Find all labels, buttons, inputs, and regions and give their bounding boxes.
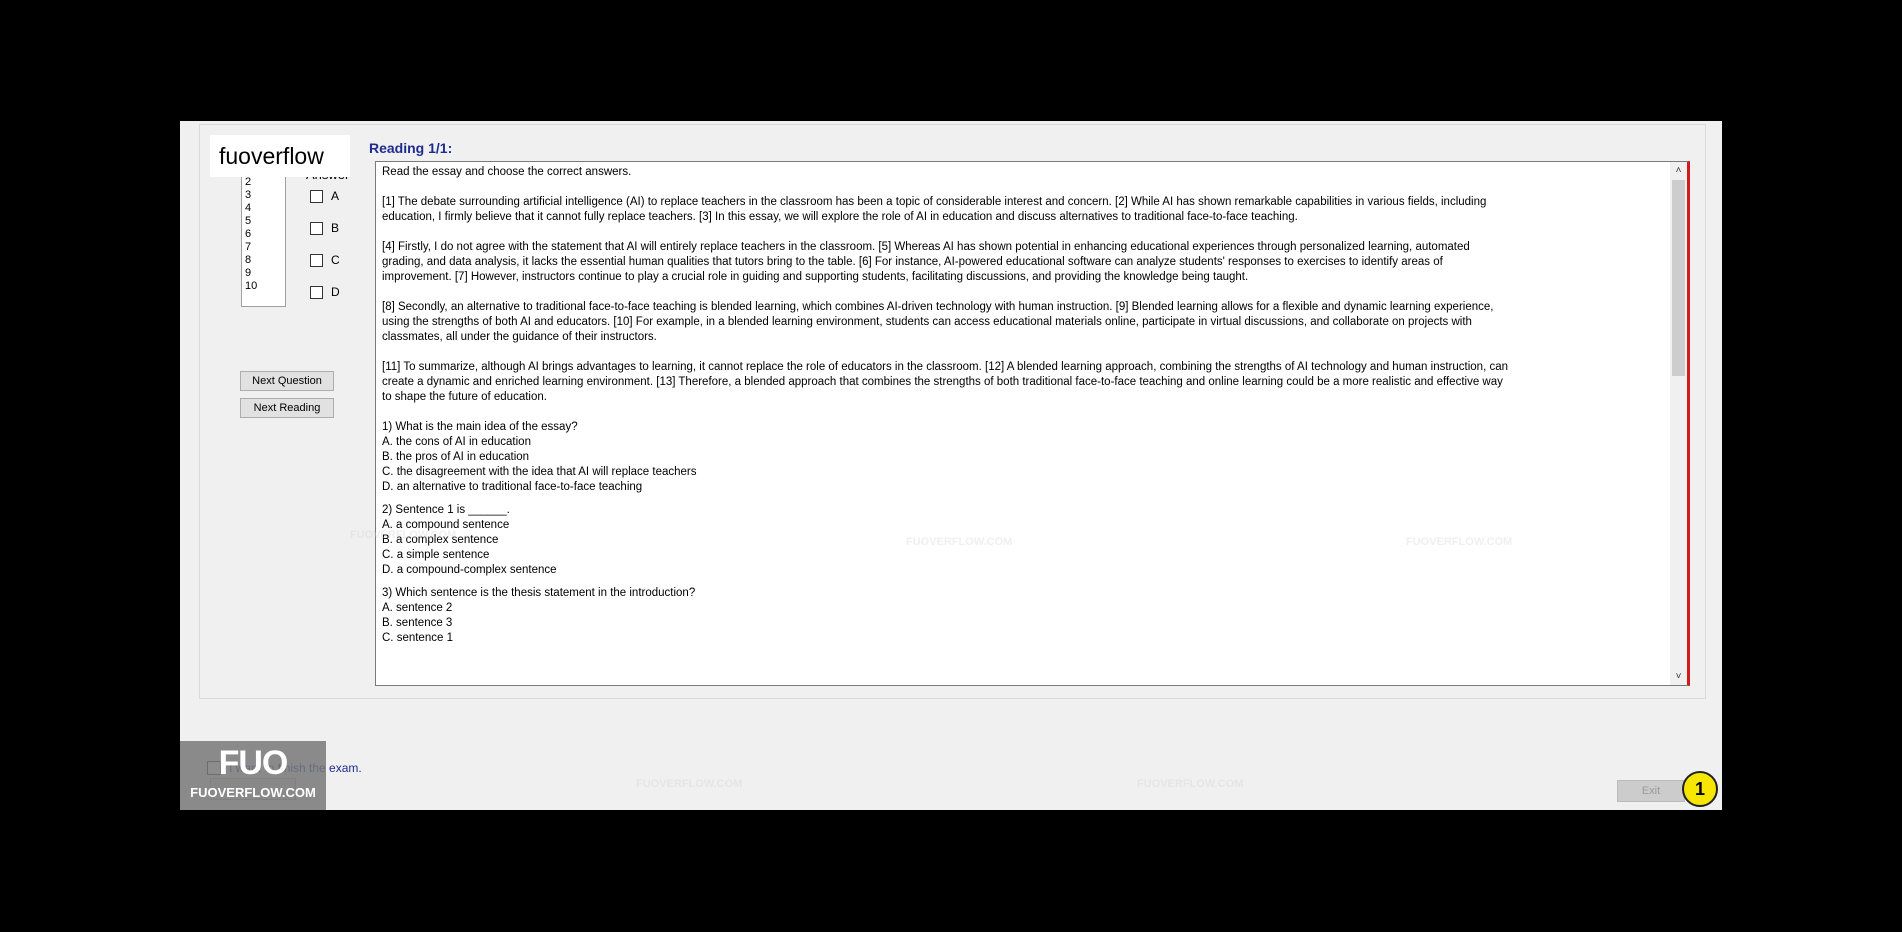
question-option: C. a simple sentence: [382, 549, 490, 561]
answer-option-label: A: [331, 189, 340, 203]
faded-watermark: FUOVERFLOW.COM: [636, 778, 743, 790]
scroll-down-icon[interactable]: ˅: [1670, 668, 1687, 685]
reading-text: Read the essay and choose the correct an…: [382, 165, 1512, 654]
question-option: D. an alternative to traditional face-to…: [382, 481, 643, 493]
question-number-item[interactable]: 4: [245, 202, 285, 215]
question-stem: 1) What is the main idea of the essay?: [382, 421, 578, 433]
next-reading-button[interactable]: Next Reading: [240, 398, 334, 418]
reading-instruction: Read the essay and choose the correct an…: [382, 166, 632, 178]
exit-button[interactable]: Exit: [1617, 780, 1685, 802]
question-number-item[interactable]: 7: [245, 241, 285, 254]
question-number-list[interactable]: 2 3 4 5 6 7 8 9 10: [241, 171, 286, 307]
watermark-label: fuoverflow: [210, 135, 350, 177]
logo-site: FUOVERFLOW.COM: [190, 785, 316, 800]
question-option: D. a compound-complex sentence: [382, 564, 557, 576]
answer-checkbox-c[interactable]: [310, 253, 323, 267]
paragraph: [4] Firstly, I do not agree with the sta…: [382, 241, 1470, 283]
question-stem: 3) Which sentence is the thesis statemen…: [382, 587, 696, 599]
answer-option-label: D: [331, 285, 340, 299]
fuo-logo: FUO FUOVERFLOW.COM: [180, 741, 326, 810]
faded-watermark: FUOVERFLOW.COM: [906, 536, 1013, 548]
vertical-scrollbar[interactable]: ˄ ˅: [1670, 162, 1687, 685]
faded-watermark: FUOVERFLOW.COM: [1137, 778, 1244, 790]
paragraph: [1] The debate surrounding artificial in…: [382, 196, 1487, 223]
question-option: C. the disagreement with the idea that A…: [382, 466, 697, 478]
answer-checkbox-d[interactable]: [310, 285, 323, 299]
question-option: A. a compound sentence: [382, 519, 510, 531]
answer-option-d[interactable]: D: [310, 285, 340, 299]
faded-watermark: FUOVERFLOW.COM: [1406, 536, 1513, 548]
answer-option-c[interactable]: C: [310, 253, 340, 267]
question-option: A. the cons of AI in education: [382, 436, 531, 448]
question-number-item[interactable]: 10: [245, 280, 285, 293]
paragraph: [11] To summarize, although AI brings ad…: [382, 361, 1508, 403]
question-block: 3) Which sentence is the thesis statemen…: [382, 586, 1512, 646]
question-number-item[interactable]: 5: [245, 215, 285, 228]
scroll-thumb[interactable]: [1672, 180, 1685, 376]
question-option: B. sentence 3: [382, 617, 453, 629]
next-question-button[interactable]: Next Question: [240, 371, 334, 391]
question-option: B. the pros of AI in education: [382, 451, 530, 463]
reading-textbox[interactable]: Read the essay and choose the correct an…: [375, 161, 1690, 686]
logo-mark: FUO: [218, 744, 289, 782]
question-number-item[interactable]: 9: [245, 267, 285, 280]
answer-option-b[interactable]: B: [310, 221, 339, 235]
exam-window: fuoverflow Answer 2 3 4 5 6 7 8 9 10 A B…: [180, 121, 1722, 810]
question-number-item[interactable]: 8: [245, 254, 285, 267]
reading-group: fuoverflow Answer 2 3 4 5 6 7 8 9 10 A B…: [199, 124, 1706, 699]
answer-option-a[interactable]: A: [310, 189, 339, 203]
faded-watermark: FUOVERFLOW.COM: [350, 529, 457, 541]
answer-checkbox-a[interactable]: [310, 189, 323, 203]
step-badge: 1: [1682, 771, 1718, 807]
question-stem: 2) Sentence 1 is ______.: [382, 504, 510, 516]
question-number-item[interactable]: 2: [245, 176, 285, 189]
question-number-item[interactable]: 3: [245, 189, 285, 202]
answer-option-label: B: [331, 221, 340, 235]
answer-option-label: C: [331, 253, 340, 267]
reading-title: Reading 1/1:: [369, 140, 453, 156]
question-option: C. sentence 1: [382, 632, 453, 644]
question-number-item[interactable]: 6: [245, 228, 285, 241]
answer-checkbox-b[interactable]: [310, 221, 323, 235]
scroll-up-icon[interactable]: ˄: [1670, 162, 1687, 179]
question-option: A. sentence 2: [382, 602, 453, 614]
paragraph: [8] Secondly, an alternative to traditio…: [382, 301, 1494, 343]
question-block: 1) What is the main idea of the essay? A…: [382, 420, 1512, 495]
